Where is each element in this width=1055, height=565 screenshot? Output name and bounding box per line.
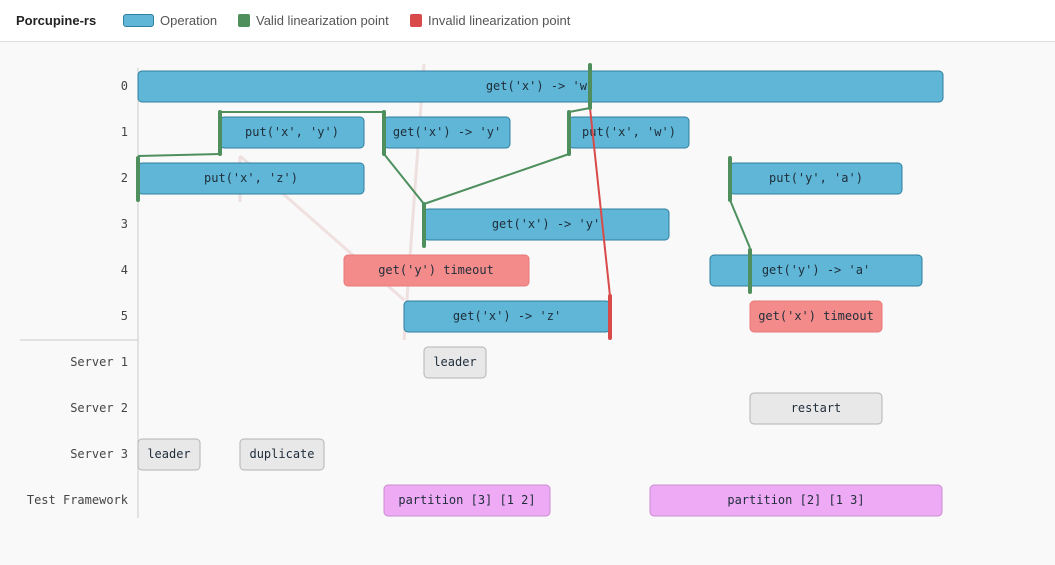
op-label: get('y') timeout: [378, 263, 494, 277]
row-label-server-2: Server 2: [70, 401, 128, 415]
row-label-0: 0: [121, 79, 128, 93]
op-get-y-timeout[interactable]: get('y') timeout: [343, 254, 530, 287]
row-label-3: 3: [121, 217, 128, 231]
row-label-1: 1: [121, 125, 128, 139]
event-partition-3-12[interactable]: partition [3] [1 2]: [383, 484, 551, 517]
ghost-links: [238, 63, 426, 341]
op-label: get('x') -> 'z': [453, 309, 561, 323]
op-get-x-timeout[interactable]: get('x') timeout: [749, 300, 883, 333]
op-label: get('y') -> 'a': [762, 263, 870, 277]
op-label: get('x') -> 'y': [393, 125, 501, 139]
op-label: leader: [433, 355, 476, 369]
op-label: get('x') -> 'y': [492, 217, 600, 231]
op-label: duplicate: [249, 447, 314, 461]
row-label-server-3: Server 3: [70, 447, 128, 461]
op-label: get('x') -> 'w': [486, 79, 594, 93]
op-put-x-z[interactable]: put('x', 'z'): [137, 162, 365, 195]
op-get-x-w[interactable]: get('x') -> 'w': [137, 70, 944, 103]
op-label: put('y', 'a'): [769, 171, 863, 185]
ghost-link: [402, 63, 426, 341]
row-label-server-1: Server 1: [70, 355, 128, 369]
row-label-test-framework: Test Framework: [27, 493, 129, 507]
op-get-x-z[interactable]: get('x') -> 'z': [403, 300, 611, 333]
op-get-x-y-row1[interactable]: get('x') -> 'y': [383, 116, 511, 149]
link: [729, 199, 751, 249]
link: [568, 107, 591, 113]
op-put-x-y[interactable]: put('x', 'y'): [219, 116, 365, 149]
op-label: put('x', 'z'): [204, 171, 298, 185]
op-label: leader: [147, 447, 190, 461]
row-label-4: 4: [121, 263, 128, 277]
op-label: partition [3] [1 2]: [398, 493, 535, 507]
op-label: put('x', 'w'): [582, 125, 676, 139]
op-get-x-y-row3[interactable]: get('x') -> 'y': [423, 208, 670, 241]
event-server3-duplicate[interactable]: duplicate: [239, 438, 325, 471]
op-label: get('x') timeout: [758, 309, 874, 323]
link: [423, 153, 570, 205]
op-get-y-a[interactable]: get('y') -> 'a': [709, 254, 923, 287]
op-put-x-w[interactable]: put('x', 'w'): [568, 116, 690, 149]
event-partition-2-13[interactable]: partition [2] [1 3]: [649, 484, 943, 517]
event-server1-leader[interactable]: leader: [423, 346, 487, 379]
link: [137, 153, 221, 157]
op-label: restart: [791, 401, 842, 415]
op-label: put('x', 'y'): [245, 125, 339, 139]
event-server3-leader[interactable]: leader: [137, 438, 201, 471]
event-server2-restart[interactable]: restart: [749, 392, 883, 425]
row-label-5: 5: [121, 309, 128, 323]
row-label-2: 2: [121, 171, 128, 185]
timeline-diagram: 0 1 2 3 4 5 Server 1 Server 2 Server 3 T…: [20, 63, 944, 518]
op-put-y-a[interactable]: put('y', 'a'): [729, 162, 903, 195]
op-label: partition [2] [1 3]: [727, 493, 864, 507]
